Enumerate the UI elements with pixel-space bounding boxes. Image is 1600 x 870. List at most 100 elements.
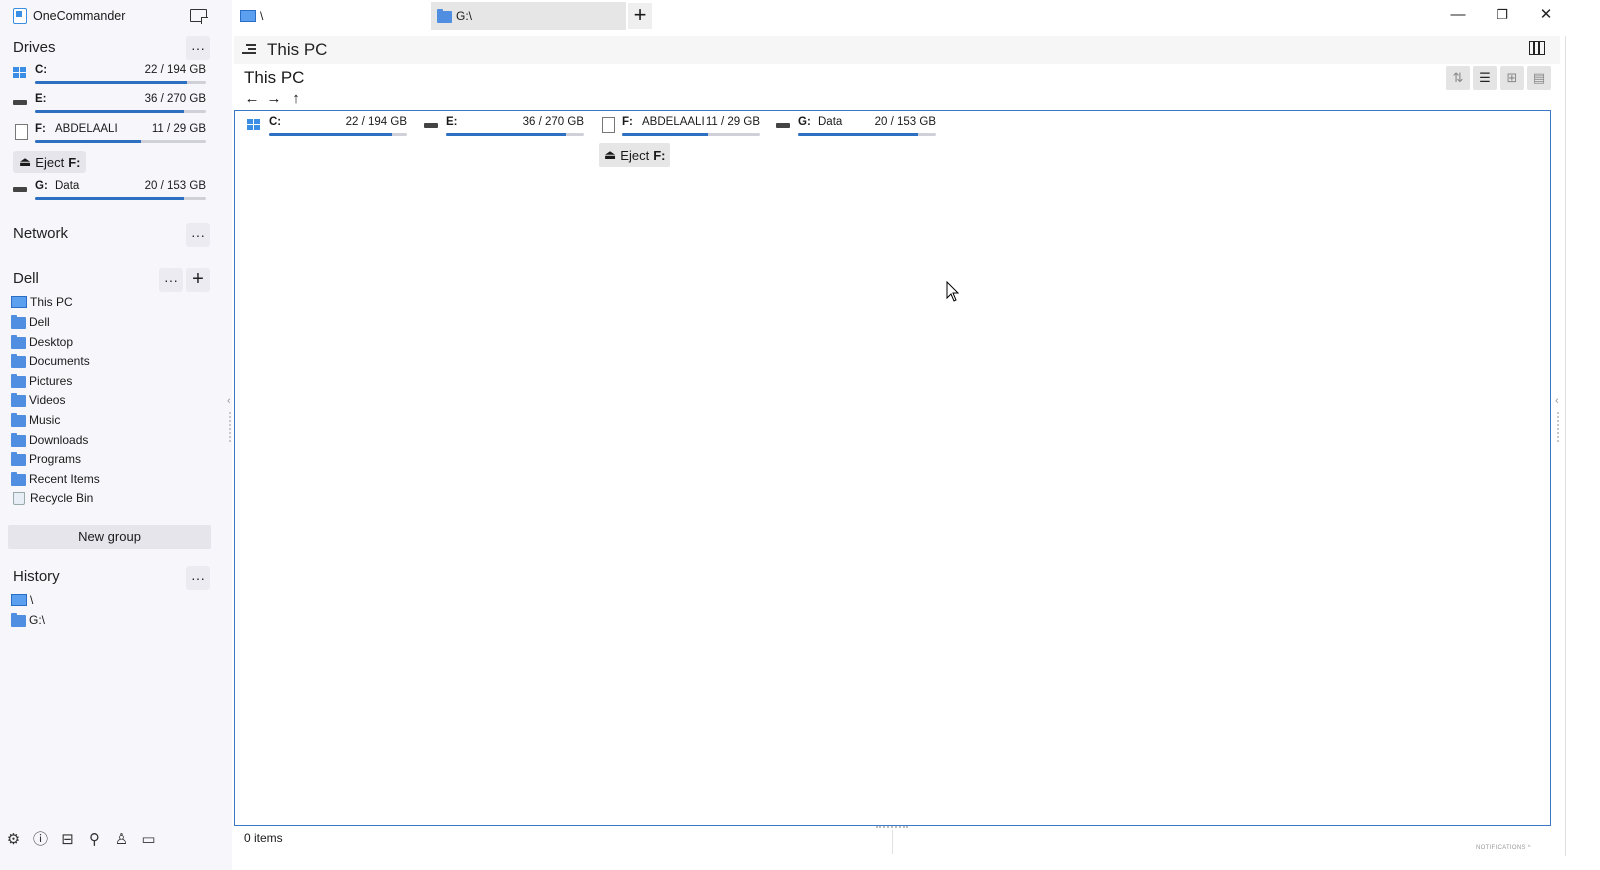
sidebar-item-desktop[interactable]: Desktop <box>11 333 73 351</box>
sidebar-item-this-pc[interactable]: This PC <box>11 293 73 311</box>
system-drive-icon <box>247 119 263 131</box>
system-drive-icon <box>13 67 29 79</box>
favorites-add-button[interactable]: + <box>186 268 210 292</box>
collapse-left-chevron-icon[interactable]: ‹ <box>227 395 231 407</box>
drive-letter: G: <box>35 180 48 192</box>
folder-icon <box>11 412 26 427</box>
drive-usage-bar <box>35 197 206 200</box>
pane-drive-f[interactable]: F: ABDELAALI 11 / 29 GB <box>600 115 760 137</box>
list-view-icon[interactable]: ☰ <box>1473 66 1497 90</box>
sidebar-item-videos[interactable]: Videos <box>11 391 65 409</box>
sidebar-item-pictures[interactable]: Pictures <box>11 372 72 390</box>
sort-icon[interactable]: ⇅ <box>1446 66 1470 90</box>
sidebar-item-music[interactable]: Music <box>11 411 60 429</box>
panel-layout-icon[interactable]: ⊟ <box>58 829 77 848</box>
drive-letter: E: <box>446 116 458 128</box>
columns-view-icon[interactable] <box>1529 41 1545 55</box>
drive-usage-fill <box>446 133 567 136</box>
restore-button[interactable]: ❐ <box>1490 4 1514 26</box>
pane-eject-button[interactable]: ⏏ Eject F: <box>599 143 671 167</box>
settings-gear-icon[interactable]: ⚙ <box>4 829 23 848</box>
drives-more-button[interactable]: ··· <box>186 36 210 60</box>
drive-usage-bar <box>35 140 206 143</box>
pane-drive-e[interactable]: E: 36 / 270 GB <box>424 115 584 137</box>
new-window-icon[interactable]: ▭ <box>139 829 158 848</box>
folder-icon <box>11 353 26 368</box>
drive-label: Data <box>55 180 80 192</box>
minimize-button[interactable]: — <box>1446 4 1470 26</box>
eject-icon: ⏏ <box>19 154 32 169</box>
drive-letter: C: <box>35 64 48 76</box>
up-arrow-icon[interactable]: ↑ <box>287 91 305 107</box>
network-heading: Network <box>13 225 69 242</box>
sidebar-eject-button[interactable]: ⏏ Eject F: <box>13 151 87 173</box>
sidebar-drive-f[interactable]: F: ABDELAALI 11 / 29 GB <box>13 123 206 145</box>
back-arrow-icon[interactable]: ← <box>243 91 261 107</box>
close-button[interactable]: ✕ <box>1534 4 1558 26</box>
history-item[interactable]: \ <box>11 591 33 609</box>
history-item-label: G:\ <box>29 613 46 627</box>
folder-icon <box>11 314 26 329</box>
new-item-icon[interactable]: ⊞ <box>1500 66 1524 90</box>
sidebar-item-downloads[interactable]: Downloads <box>11 431 88 449</box>
drive-usage-fill <box>35 81 188 84</box>
tab-root[interactable]: \ <box>234 2 430 30</box>
sidebar-item-label: Programs <box>29 452 82 466</box>
history-more-button[interactable]: ··· <box>186 566 210 590</box>
folder-icon <box>11 334 26 349</box>
history-item[interactable]: G:\ <box>11 611 45 629</box>
drive-label: Data <box>818 116 843 128</box>
tab-label: G:\ <box>456 9 473 23</box>
sidebar-item-label: Dell <box>29 315 50 329</box>
hard-drive-icon <box>13 96 29 108</box>
new-window-button[interactable] <box>188 6 208 24</box>
sidebar-item-recycle-bin[interactable]: Recycle Bin <box>11 489 93 507</box>
sidebar-drive-g[interactable]: G: Data 20 / 153 GB <box>13 180 206 202</box>
sidebar-resize-handle[interactable] <box>229 412 233 442</box>
folder-icon <box>437 8 452 23</box>
sidebar-item-recent-items[interactable]: Recent Items <box>11 470 100 488</box>
hard-drive-icon <box>424 119 440 131</box>
add-tab-button[interactable]: + <box>628 3 652 29</box>
network-more-button[interactable]: ··· <box>186 223 210 247</box>
new-group-button[interactable]: New group <box>8 525 211 549</box>
location-title[interactable]: This PC <box>244 68 304 88</box>
paste-icon[interactable]: ▤ <box>1527 66 1551 90</box>
search-icon[interactable]: ⚲ <box>85 829 104 848</box>
forward-arrow-icon[interactable]: → <box>265 91 283 107</box>
sidebar-drive-c[interactable]: C: 22 / 194 GB <box>13 64 206 86</box>
drive-letter: F: <box>622 116 633 128</box>
sidebar-item-label: Recent Items <box>29 472 100 486</box>
pane-menu-icon[interactable] <box>242 43 256 55</box>
notifications-toggle[interactable]: NOTIFICATIONS ^ <box>1476 845 1531 851</box>
user-icon[interactable]: ♙ <box>112 829 131 848</box>
file-list-area[interactable] <box>234 110 1551 826</box>
folder-icon <box>11 432 26 447</box>
drive-usage-bar <box>622 133 760 136</box>
tab-g-drive[interactable]: G:\ <box>431 2 626 30</box>
sidebar-item-dell[interactable]: Dell <box>11 313 50 331</box>
folder-icon <box>11 373 26 388</box>
collapse-right-chevron-icon[interactable]: ‹ <box>1555 395 1559 407</box>
right-edge-divider <box>1565 36 1566 856</box>
sidebar-bottom-toolbar: ⚙ ⓘ ⊟ ⚲ ♙ ▭ <box>4 829 158 849</box>
drive-label: ABDELAALI <box>642 116 705 128</box>
sidebar-item-label: Music <box>29 413 61 427</box>
pane-drive-g[interactable]: G: Data 20 / 153 GB <box>776 115 936 137</box>
folder-icon <box>11 451 26 466</box>
sidebar-item-label: Desktop <box>29 335 74 349</box>
eject-label: Eject <box>35 154 65 170</box>
eject-label: Eject <box>620 147 650 163</box>
right-pane-resize-handle[interactable] <box>1557 412 1561 442</box>
sidebar-item-programs[interactable]: Programs <box>11 450 81 468</box>
drive-letter: G: <box>798 116 811 128</box>
favorites-more-button[interactable]: ··· <box>159 268 183 292</box>
folder-icon <box>11 392 26 407</box>
drives-heading: Drives <box>13 39 56 56</box>
sidebar-drive-e[interactable]: E: 36 / 270 GB <box>13 93 206 115</box>
recycle-bin-icon <box>13 491 25 505</box>
folder-icon <box>11 612 26 627</box>
pane-drive-c[interactable]: C: 22 / 194 GB <box>247 115 407 137</box>
info-icon[interactable]: ⓘ <box>31 829 50 848</box>
sidebar-item-documents[interactable]: Documents <box>11 352 90 370</box>
